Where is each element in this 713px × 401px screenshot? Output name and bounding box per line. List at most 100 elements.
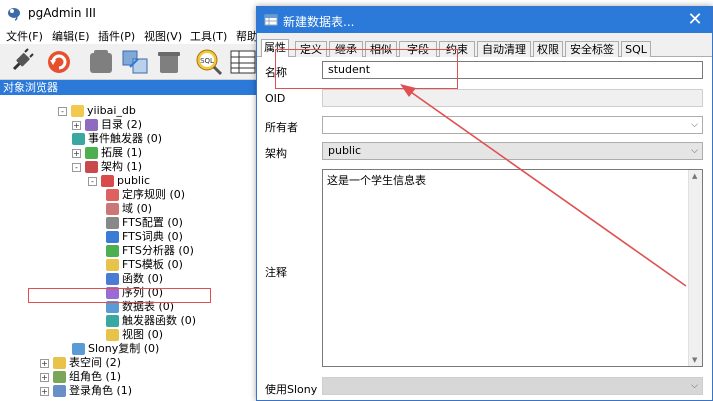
tab-privileges[interactable]: 权限 xyxy=(533,41,563,58)
owner-select[interactable]: ⌵ xyxy=(322,116,703,134)
function-icon xyxy=(106,273,119,285)
create-object-icon[interactable] xyxy=(120,47,150,77)
tree-item[interactable]: 触发器函数 (0) xyxy=(106,314,196,328)
tree-item-label: 定序规则 (0) xyxy=(122,188,186,201)
new-table-dialog: 新建数据表... ✕ 属性 定义 继承 相似 字段 约束 自动清理 权限 安全标… xyxy=(256,6,713,401)
sql-query-icon[interactable]: SQL xyxy=(194,47,224,77)
tree-item[interactable]: - public xyxy=(88,174,150,188)
name-input[interactable]: student xyxy=(322,61,703,79)
tab-autovacuum[interactable]: 自动清理 xyxy=(477,41,531,58)
event-trigger-icon xyxy=(72,133,85,145)
tab-security-labels[interactable]: 安全标签 xyxy=(565,41,619,58)
menu-file[interactable]: 文件(F) xyxy=(6,28,43,44)
menu-edit[interactable]: 编辑(E) xyxy=(52,28,90,44)
tab-sql[interactable]: SQL xyxy=(621,41,651,58)
slony-label: 使用Slony xyxy=(265,383,318,396)
tree-item[interactable]: - yiibai_db xyxy=(58,104,136,118)
fts-dictionary-icon xyxy=(106,231,119,243)
tab-constraints[interactable]: 约束 xyxy=(439,41,475,58)
tab-like[interactable]: 相似 xyxy=(365,41,397,58)
expand-icon[interactable]: + xyxy=(40,386,49,396)
schema-icon xyxy=(85,161,98,173)
expand-icon[interactable]: + xyxy=(72,120,81,130)
menu-plugins[interactable]: 插件(P) xyxy=(98,28,135,44)
properties-panel: 名称 student OID 所有者 ⌵ 架构 public ⌵ 注释 这是一个… xyxy=(257,57,712,400)
trigger-function-icon xyxy=(106,315,119,327)
scroll-up-icon[interactable]: ▲ xyxy=(692,172,697,180)
tree-item[interactable]: FTS词典 (0) xyxy=(106,230,183,244)
slony-icon xyxy=(72,343,85,355)
tab-inherits[interactable]: 继承 xyxy=(329,41,363,58)
collapse-icon[interactable]: - xyxy=(58,106,67,116)
menu-help[interactable]: 帮助 xyxy=(236,28,258,44)
tree-item[interactable]: 视图 (0) xyxy=(106,328,163,342)
database-icon xyxy=(71,105,84,117)
collapse-icon[interactable]: - xyxy=(72,162,81,172)
pgadmin-elephant-icon xyxy=(8,8,20,21)
scroll-down-icon[interactable]: ▼ xyxy=(692,356,697,364)
tree-item[interactable]: + 拓展 (1) xyxy=(72,146,142,160)
app-title: pgAdmin III xyxy=(28,6,96,20)
schema-label: 架构 xyxy=(265,147,287,160)
connect-plug-icon[interactable] xyxy=(6,47,36,77)
tree-item[interactable]: FTS配置 (0) xyxy=(106,216,183,230)
tree-item-label: yiibai_db xyxy=(87,104,136,117)
extension-icon xyxy=(85,147,98,159)
tree-item-label: 触发器函数 (0) xyxy=(122,314,197,327)
tree-item[interactable]: 函数 (0) xyxy=(106,272,163,286)
tree-item[interactable]: + 目录 (2) xyxy=(72,118,142,132)
dialog-titlebar[interactable]: 新建数据表... ✕ xyxy=(257,7,712,33)
tree-item[interactable]: 域 (0) xyxy=(106,202,152,216)
object-browser-tree[interactable]: - yiibai_db + 目录 (2) 事件触发器 (0) + 拓展 (1) - 架构 (1)… xyxy=(0,95,258,401)
tab-properties[interactable]: 属性 xyxy=(261,39,289,58)
tree-item-label: FTS模板 (0) xyxy=(122,258,183,271)
tree-item[interactable]: + 表空间 (2) xyxy=(40,356,121,370)
comment-scrollbar[interactable]: ▲ ▼ xyxy=(688,170,702,366)
login-role-icon xyxy=(53,385,66,397)
chevron-down-icon: ⌵ xyxy=(691,146,698,156)
tab-columns[interactable]: 字段 xyxy=(399,41,437,58)
tab-definition[interactable]: 定义 xyxy=(295,41,327,58)
schema-public-icon xyxy=(101,175,114,187)
oid-input xyxy=(322,89,703,107)
comment-textarea[interactable]: 这是一个学生信息表 ▲ ▼ xyxy=(322,169,703,367)
expand-icon[interactable]: + xyxy=(40,372,49,382)
view-icon xyxy=(106,329,119,341)
tree-item[interactable]: FTS分析器 (0) xyxy=(106,244,194,258)
view-data-grid-icon[interactable] xyxy=(228,47,258,77)
oid-label: OID xyxy=(265,92,286,105)
tree-item-label: 表空间 (2) xyxy=(69,356,122,369)
name-label: 名称 xyxy=(265,66,287,79)
refresh-icon[interactable] xyxy=(44,47,74,77)
schema-select[interactable]: public ⌵ xyxy=(322,142,703,160)
slony-select: ⌵ xyxy=(322,377,703,395)
tree-item-label: 架构 (1) xyxy=(101,160,143,173)
domain-icon xyxy=(106,203,119,215)
expand-icon[interactable]: + xyxy=(72,148,81,158)
menu-view[interactable]: 视图(V) xyxy=(144,28,182,44)
collation-icon xyxy=(106,189,119,201)
close-icon[interactable]: ✕ xyxy=(684,9,706,31)
tree-item[interactable]: 定序规则 (0) xyxy=(106,188,185,202)
tree-item-label: 目录 (2) xyxy=(101,118,143,131)
expand-icon[interactable]: + xyxy=(40,358,49,368)
annotation-highlight-tables xyxy=(28,288,211,303)
tree-item[interactable]: + 登录角色 (1) xyxy=(40,384,132,398)
collapse-icon[interactable]: - xyxy=(88,176,97,186)
tree-item[interactable]: - 架构 (1) xyxy=(72,160,142,174)
chevron-down-icon: ⌵ xyxy=(691,120,698,130)
tree-item-label: 视图 (0) xyxy=(122,328,164,341)
menu-tools[interactable]: 工具(T) xyxy=(190,28,227,44)
delete-icon[interactable] xyxy=(154,47,184,77)
dialog-tabbar: 属性 定义 继承 相似 字段 约束 自动清理 权限 安全标签 SQL xyxy=(257,39,712,58)
comment-label: 注释 xyxy=(265,266,287,279)
catalog-icon xyxy=(85,119,98,131)
fts-template-icon xyxy=(106,259,119,271)
tree-item[interactable]: Slony复制 (0) xyxy=(72,342,159,356)
properties-icon[interactable] xyxy=(86,47,116,77)
tree-item[interactable]: FTS模板 (0) xyxy=(106,258,183,272)
tree-item-label: 拓展 (1) xyxy=(101,146,143,159)
tree-item[interactable]: + 组角色 (1) xyxy=(40,370,121,384)
tree-item[interactable]: 事件触发器 (0) xyxy=(72,132,162,146)
dialog-title: 新建数据表... xyxy=(283,15,355,29)
